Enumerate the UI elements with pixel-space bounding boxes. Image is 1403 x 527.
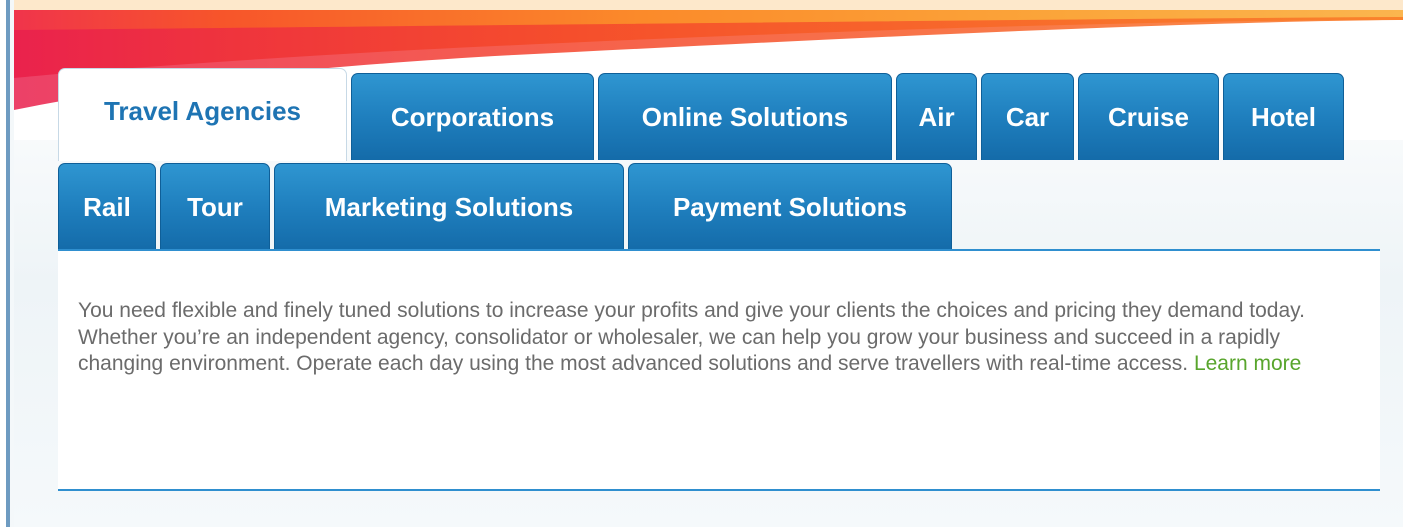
tab-rail[interactable]: Rail bbox=[58, 163, 156, 250]
tab-tour[interactable]: Tour bbox=[160, 163, 270, 250]
tab-air[interactable]: Air bbox=[896, 73, 977, 160]
tab-description: You need flexible and finely tuned solut… bbox=[78, 298, 1363, 378]
tab-online-solutions[interactable]: Online Solutions bbox=[598, 73, 892, 160]
tab-content-panel: You need flexible and finely tuned solut… bbox=[58, 249, 1380, 491]
tab-cruise[interactable]: Cruise bbox=[1078, 73, 1219, 160]
tab-travel-agencies[interactable]: Travel Agencies bbox=[58, 68, 347, 161]
tab-marketing-solutions[interactable]: Marketing Solutions bbox=[274, 163, 624, 250]
description-text: You need flexible and finely tuned solut… bbox=[78, 299, 1305, 375]
tab-payment-solutions[interactable]: Payment Solutions bbox=[628, 163, 952, 250]
tab-car[interactable]: Car bbox=[981, 73, 1074, 160]
learn-more-link[interactable]: Learn more bbox=[1194, 352, 1301, 375]
tab-hotel[interactable]: Hotel bbox=[1223, 73, 1344, 160]
left-border bbox=[0, 0, 10, 527]
tab-corporations[interactable]: Corporations bbox=[351, 73, 594, 160]
